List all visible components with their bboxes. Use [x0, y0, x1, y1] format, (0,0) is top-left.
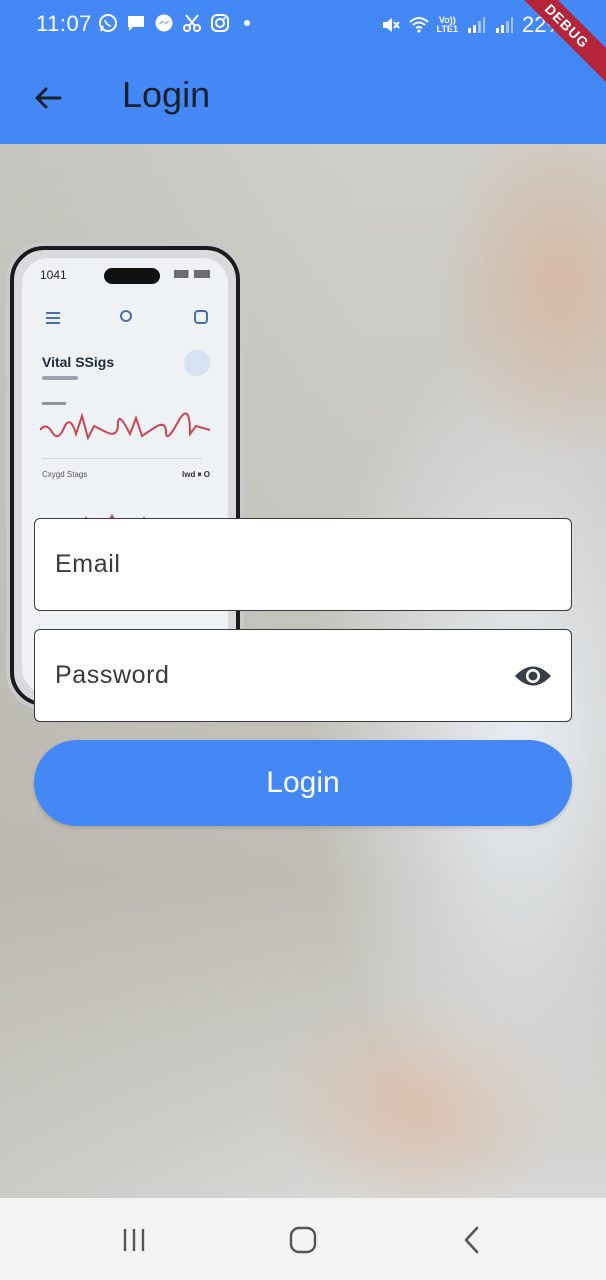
system-nav-bar	[0, 1198, 606, 1280]
phone-divider	[42, 458, 202, 459]
phone-notch	[104, 268, 160, 284]
phone-menu-icon	[46, 312, 60, 324]
status-left-icons	[98, 13, 250, 33]
arrow-back-icon	[35, 87, 62, 109]
phone-section-label: Cxygd Stags	[42, 470, 88, 479]
message-icon	[126, 13, 146, 33]
page-title: Login	[122, 74, 211, 115]
mute-icon	[381, 15, 401, 35]
heartbeat-wave-icon	[40, 412, 210, 441]
status-right-icons: Vo)) LTE1 22%	[381, 12, 566, 38]
phone-search-icon	[120, 310, 132, 322]
phone-status-icons	[174, 270, 210, 278]
email-field[interactable]	[34, 518, 572, 611]
phone-subtitle-line	[42, 376, 78, 380]
status-time: 11:07	[36, 11, 92, 36]
login-button[interactable]: Login	[34, 740, 572, 826]
nav-back-button[interactable]	[442, 1218, 502, 1262]
status-bar: 11:07 Vo)) LTE1 22%	[0, 0, 606, 50]
password-input[interactable]	[55, 630, 495, 721]
whatsapp-icon	[98, 13, 118, 33]
signal-icon	[466, 15, 486, 35]
phone-app-icon	[194, 310, 208, 324]
top-bar: 11:07 Vo)) LTE1 22% DEBUG Login	[0, 0, 606, 144]
wifi-icon	[408, 15, 429, 35]
password-field[interactable]	[34, 629, 572, 722]
messenger-icon	[154, 13, 174, 33]
lte-indicator: Vo)) LTE1	[437, 16, 458, 34]
toggle-password-visibility-button[interactable]	[513, 659, 553, 693]
phone-time: 1041	[40, 268, 67, 282]
nav-back-icon	[464, 1226, 479, 1254]
phone-section-value: lwd ⏸ O	[182, 470, 210, 479]
home-button[interactable]	[273, 1218, 333, 1262]
recents-button[interactable]	[104, 1218, 164, 1262]
signal-icon-2	[494, 15, 514, 35]
phone-title: Vital SSigs	[42, 354, 115, 370]
phone-label-line	[42, 402, 66, 405]
phone-badge-icon	[184, 350, 210, 376]
home-icon	[289, 1226, 317, 1254]
recents-icon	[123, 1229, 145, 1251]
lte-label: LTE1	[436, 24, 458, 34]
email-input[interactable]	[55, 519, 495, 610]
back-button[interactable]	[26, 76, 70, 120]
app-bar: Login	[0, 50, 606, 144]
notification-dot-icon	[244, 20, 250, 26]
instagram-icon	[210, 13, 230, 33]
scissors-icon	[182, 13, 202, 33]
eye-icon	[515, 666, 551, 686]
